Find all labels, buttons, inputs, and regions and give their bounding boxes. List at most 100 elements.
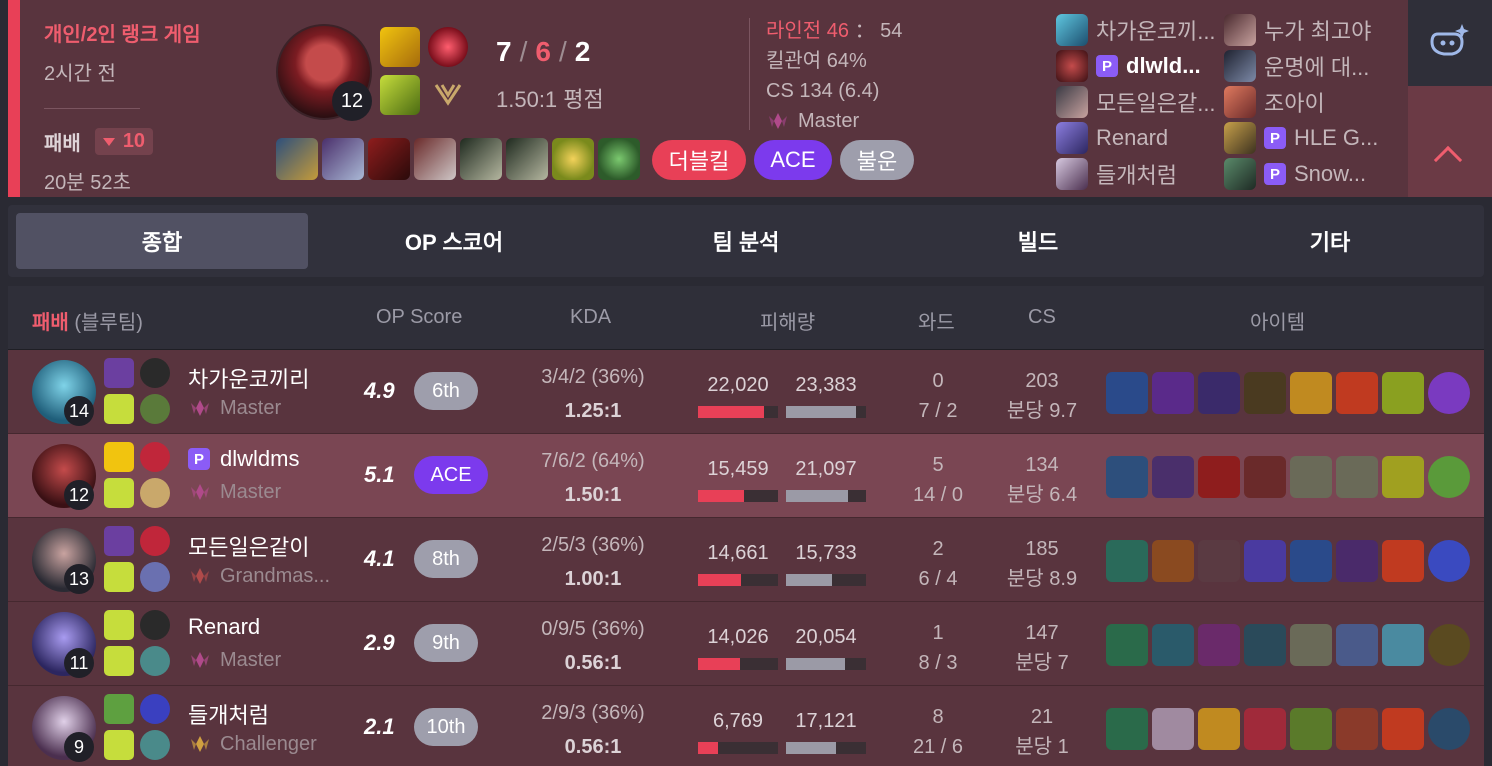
team-member-me[interactable]: Pdlwld...	[1056, 48, 1216, 84]
item-slot[interactable]	[1106, 708, 1148, 750]
summoner-spell-icon[interactable]	[104, 442, 134, 472]
summoner-spell-icon[interactable]	[104, 730, 134, 760]
summoner-spell-icon[interactable]	[104, 610, 134, 640]
team-member[interactable]: 모든일은같...	[1056, 84, 1216, 120]
player-row[interactable]: 13 모든일은같이 Grandmas... 4.1 8th 2/5/3 (36%…	[8, 518, 1484, 602]
expand-toggle-button[interactable]	[1408, 86, 1492, 197]
item-slot[interactable]	[1290, 708, 1332, 750]
tab-build[interactable]: 빌드	[892, 213, 1184, 269]
item-slot[interactable]	[1290, 540, 1332, 582]
item-slot[interactable]	[1152, 624, 1194, 666]
item-slot[interactable]	[1336, 456, 1378, 498]
item-slot[interactable]	[1336, 372, 1378, 414]
item-slot[interactable]	[1152, 708, 1194, 750]
item-slot[interactable]	[1428, 624, 1470, 666]
item-slot[interactable]	[460, 138, 502, 180]
item-slot[interactable]	[1290, 372, 1332, 414]
summoner-name[interactable]: Renard	[188, 614, 260, 640]
team-member[interactable]: 차가운코끼...	[1056, 12, 1216, 48]
item-slot[interactable]	[1382, 456, 1424, 498]
summoner-spell-icon[interactable]	[104, 694, 134, 724]
summoner-spell-flash-icon[interactable]	[380, 27, 420, 67]
item-slot[interactable]	[1106, 624, 1148, 666]
secondary-rune-icon[interactable]	[140, 562, 170, 592]
item-slot[interactable]	[1290, 624, 1332, 666]
team-member[interactable]: 조아이	[1224, 84, 1378, 120]
item-slot[interactable]	[1152, 540, 1194, 582]
item-slot[interactable]	[1244, 372, 1286, 414]
player-row[interactable]: 14 차가운코끼리 Master 4.9 6th 3/4/2 (36%) 1.2…	[8, 350, 1484, 434]
team-member[interactable]: 들개처럼	[1056, 156, 1216, 192]
secondary-rune-icon[interactable]	[140, 478, 170, 508]
item-slot[interactable]	[1106, 540, 1148, 582]
keystone-rune-icon[interactable]	[140, 358, 170, 388]
item-slot[interactable]	[1336, 624, 1378, 666]
keystone-rune-icon[interactable]	[140, 526, 170, 556]
ai-assistant-button[interactable]	[1408, 0, 1492, 86]
keystone-rune-icon[interactable]	[428, 27, 468, 67]
item-slot[interactable]	[1198, 540, 1240, 582]
team-member[interactable]: Renard	[1056, 120, 1216, 156]
quest-item-slot[interactable]	[598, 138, 640, 180]
item-slot[interactable]	[1198, 708, 1240, 750]
item-slot[interactable]	[1428, 708, 1470, 750]
item-slot[interactable]	[1336, 708, 1378, 750]
summoner-spell-ghost-icon[interactable]	[380, 75, 420, 115]
item-slot[interactable]	[1290, 456, 1332, 498]
item-slot[interactable]	[322, 138, 364, 180]
item-slot[interactable]	[414, 138, 456, 180]
item-slot[interactable]	[1428, 540, 1470, 582]
keystone-rune-icon[interactable]	[140, 610, 170, 640]
player-row[interactable]: 9 들개처럼 Challenger 2.1 10th 2/9/3 (36%) 0…	[8, 686, 1484, 766]
secondary-rune-icon[interactable]	[140, 646, 170, 676]
item-slot[interactable]	[506, 138, 548, 180]
item-slot[interactable]	[368, 138, 410, 180]
tab-etc[interactable]: 기타	[1184, 213, 1476, 269]
player-row[interactable]: 11 Renard Master 2.9 9th 0/9/5 (36%) 0.5…	[8, 602, 1484, 686]
tab-overview[interactable]: 종합	[16, 213, 308, 269]
item-slot[interactable]	[1428, 372, 1470, 414]
summoner-name[interactable]: 모든일은같이	[188, 530, 309, 562]
item-slot[interactable]	[1382, 708, 1424, 750]
summoner-spell-icon[interactable]	[104, 358, 134, 388]
item-slot[interactable]	[1382, 540, 1424, 582]
team-member[interactable]: P HLE G...	[1224, 120, 1378, 156]
item-slot[interactable]	[1152, 372, 1194, 414]
trinket-slot[interactable]	[552, 138, 594, 180]
item-slot[interactable]	[1382, 372, 1424, 414]
keystone-rune-icon[interactable]	[140, 694, 170, 724]
item-slot[interactable]	[1244, 708, 1286, 750]
item-slot[interactable]	[1106, 372, 1148, 414]
item-slot[interactable]	[1198, 624, 1240, 666]
item-slot[interactable]	[276, 138, 318, 180]
summoner-name[interactable]: 차가운코끼리	[188, 362, 309, 394]
secondary-rune-icon[interactable]	[140, 730, 170, 760]
action-strip	[1408, 0, 1492, 197]
item-slot[interactable]	[1152, 456, 1194, 498]
item-slot[interactable]	[1382, 624, 1424, 666]
item-slot[interactable]	[1336, 540, 1378, 582]
secondary-rune-icon[interactable]	[140, 394, 170, 424]
tab-team-analysis[interactable]: 팀 분석	[600, 213, 892, 269]
summoner-spell-icon[interactable]	[104, 478, 134, 508]
item-slot[interactable]	[1198, 456, 1240, 498]
summoner-spell-icon[interactable]	[104, 646, 134, 676]
summoner-name[interactable]: P dlwldms	[188, 446, 299, 472]
team-member[interactable]: 누가 최고야	[1224, 12, 1378, 48]
item-slot[interactable]	[1106, 456, 1148, 498]
item-slot[interactable]	[1428, 456, 1470, 498]
summoner-spell-icon[interactable]	[104, 526, 134, 556]
tab-op-score[interactable]: OP 스코어	[308, 213, 600, 269]
item-slot[interactable]	[1244, 540, 1286, 582]
summoner-spell-icon[interactable]	[104, 394, 134, 424]
team-member[interactable]: P Snow...	[1224, 156, 1378, 192]
player-row-me[interactable]: 12 P dlwldms Master 5.1 ACE 7/6/2 (64%) …	[8, 434, 1484, 518]
item-slot[interactable]	[1244, 624, 1286, 666]
secondary-rune-icon[interactable]	[428, 75, 468, 115]
keystone-rune-icon[interactable]	[140, 442, 170, 472]
item-slot[interactable]	[1244, 456, 1286, 498]
summoner-name[interactable]: 들개처럼	[188, 698, 269, 730]
summoner-spell-icon[interactable]	[104, 562, 134, 592]
item-slot[interactable]	[1198, 372, 1240, 414]
team-member[interactable]: 운명에 대...	[1224, 48, 1378, 84]
